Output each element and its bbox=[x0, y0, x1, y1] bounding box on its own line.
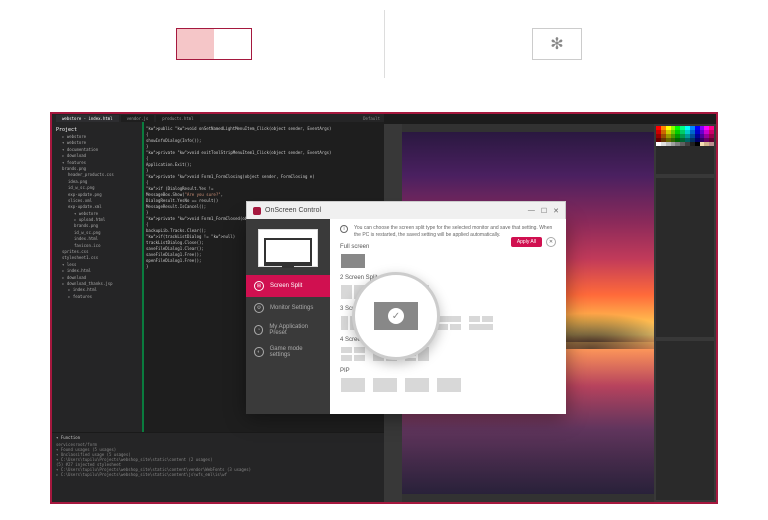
apply-all-button[interactable]: Apply All bbox=[511, 237, 542, 247]
selected-layout-zoom: ✓ bbox=[374, 302, 418, 330]
color-swatches[interactable] bbox=[656, 126, 714, 174]
osc-section-label: PIP bbox=[340, 368, 556, 374]
photo-panels-right[interactable] bbox=[654, 124, 716, 502]
photo-menu-bar[interactable] bbox=[384, 114, 716, 124]
loading-indicator: ✻ bbox=[532, 28, 582, 60]
info-icon: i bbox=[340, 225, 348, 233]
osc-titlebar[interactable]: OnScreen Control — ☐ ✕ bbox=[246, 201, 566, 219]
layout-option[interactable] bbox=[436, 377, 462, 393]
adjustments-panel[interactable] bbox=[656, 178, 714, 337]
osc-sidebar: ⊞ Screen Split ⚙ Monitor Settings ◔ My Applic… bbox=[246, 219, 330, 414]
check-icon: ✓ bbox=[388, 308, 404, 324]
osc-sidebar-item[interactable]: ◔ My Application Preset bbox=[246, 319, 330, 341]
swatch-cell[interactable] bbox=[709, 142, 714, 146]
layout-option[interactable] bbox=[340, 377, 366, 393]
loading-icon: ✻ bbox=[550, 34, 563, 54]
tab-index-html[interactable]: webstore - index.html bbox=[56, 115, 119, 122]
sidebar-item-icon: ◐ bbox=[254, 347, 264, 357]
project-tree[interactable]: Project▸ webstore▾ webstore▾ documentati… bbox=[52, 122, 142, 432]
osc-sidebar-item[interactable]: ⊞ Screen Split bbox=[246, 275, 330, 297]
layout-option[interactable] bbox=[340, 346, 366, 362]
layers-panel[interactable] bbox=[656, 341, 714, 500]
tree-item[interactable]: ▸ features bbox=[56, 294, 138, 300]
tab-vendor-js[interactable]: vendor.js bbox=[121, 115, 155, 122]
sidebar-item-icon: ⚙ bbox=[254, 303, 264, 313]
sidebar-item-icon: ◔ bbox=[254, 325, 263, 335]
monitor-thumbnail[interactable] bbox=[258, 229, 318, 267]
magnifier-lens: ✓ bbox=[352, 272, 440, 360]
sidebar-item-label: Game mode settings bbox=[270, 346, 322, 358]
clear-button[interactable]: ✕ bbox=[546, 237, 556, 247]
layout-option[interactable] bbox=[404, 377, 430, 393]
close-icon[interactable]: ✕ bbox=[553, 207, 559, 215]
minimize-icon[interactable]: — bbox=[528, 207, 535, 215]
sidebar-item-label: Screen Split bbox=[270, 283, 302, 289]
usage-line[interactable]: ▸ C:\Users\tupilu\Projects\webshop_site\… bbox=[56, 472, 380, 477]
layout-option[interactable] bbox=[468, 315, 494, 331]
toolbar-config[interactable]: Default bbox=[363, 116, 384, 121]
sidebar-item-label: My Application Preset bbox=[269, 324, 322, 336]
ide-tab-bar: webstore - index.html vendor.js products… bbox=[52, 114, 384, 122]
tab-products-html[interactable]: products.html bbox=[156, 115, 199, 122]
layout-option[interactable] bbox=[340, 253, 366, 269]
osc-title: OnScreen Control bbox=[265, 207, 321, 214]
sidebar-item-icon: ⊞ bbox=[254, 281, 264, 291]
sidebar-item-label: Monitor Settings bbox=[270, 305, 313, 311]
osc-sidebar-item[interactable]: ⚙ Monitor Settings bbox=[246, 297, 330, 319]
layout-option[interactable] bbox=[372, 377, 398, 393]
split-indicator[interactable] bbox=[176, 28, 252, 60]
maximize-icon[interactable]: ☐ bbox=[541, 207, 547, 215]
osc-app-icon bbox=[253, 207, 261, 215]
find-usages-panel[interactable]: ▾ Function servicesroot/form ▾ Found usa… bbox=[52, 432, 384, 502]
osc-sidebar-item[interactable]: ◐ Game mode settings bbox=[246, 341, 330, 363]
